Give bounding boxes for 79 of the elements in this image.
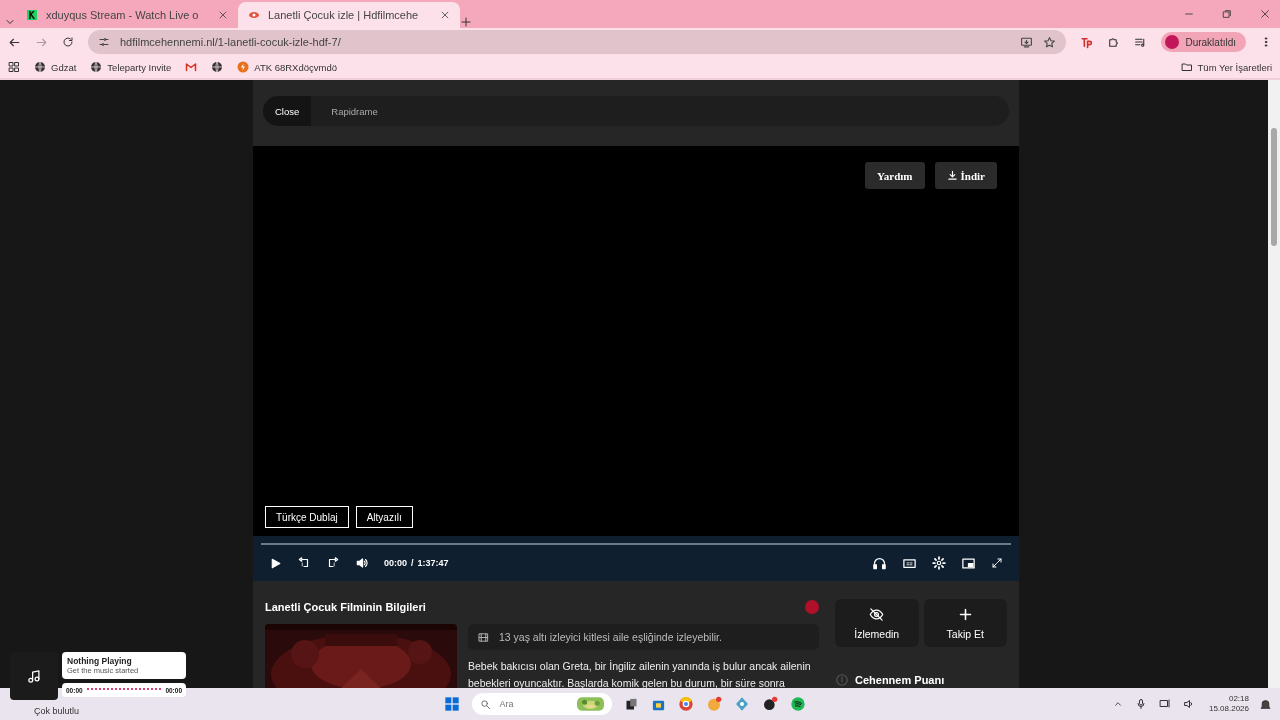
microphone-icon[interactable] <box>1134 698 1147 710</box>
settings-icon[interactable] <box>932 556 946 570</box>
search-bar[interactable]: Ara <box>472 693 613 715</box>
section-title: Lanetli Çocuk Filminin Bilgileri <box>265 600 426 615</box>
globe-icon <box>90 61 103 73</box>
app-icon[interactable] <box>762 696 779 712</box>
follow-button[interactable]: Takip Et <box>923 599 1007 647</box>
close-icon[interactable] <box>218 10 228 20</box>
globe-icon[interactable] <box>211 61 224 73</box>
source-tab[interactable]: Close <box>263 96 312 126</box>
site-icon <box>248 9 260 21</box>
audio-option-button[interactable]: Türkçe Dublaj <box>265 506 349 528</box>
video-area[interactable]: Yardım İndir Türkçe Dublaj Altyazılı <box>253 146 1019 536</box>
close-icon[interactable] <box>1260 9 1270 19</box>
browser-tab[interactable]: Lanetli Çocuk izle | Hdfilmcehe <box>238 2 460 28</box>
network-icon[interactable] <box>1158 698 1171 710</box>
bookmark[interactable]: ATK 68RXdöçvmdö <box>237 61 337 73</box>
fullscreen-icon[interactable] <box>991 557 1003 569</box>
browser-icon[interactable] <box>678 696 695 712</box>
plus-icon <box>957 606 973 622</box>
globe-icon <box>34 61 46 73</box>
site-icon <box>26 9 38 21</box>
music-app-icon[interactable] <box>790 696 807 712</box>
notification-dot <box>805 600 819 614</box>
source-tab[interactable]: Rapidrame <box>319 96 390 126</box>
time-separator: / <box>411 558 414 568</box>
notification-icon[interactable] <box>1259 697 1272 711</box>
task-view-icon[interactable] <box>624 696 640 712</box>
track-title: Nothing Playing <box>67 656 133 666</box>
folder-icon <box>1180 61 1193 73</box>
puzzle-icon[interactable] <box>1107 35 1121 49</box>
browser-tab[interactable]: xduyqus Stream - Watch Live o <box>16 2 238 28</box>
reload-icon[interactable] <box>62 36 74 48</box>
clock-date: 15.08.2026 <box>1208 704 1249 714</box>
restore-icon[interactable] <box>1222 9 1232 19</box>
forward-icon[interactable] <box>326 556 340 570</box>
help-button[interactable]: Yardım <box>865 162 925 189</box>
film-icon <box>478 631 489 643</box>
bookmark[interactable]: Gdzat <box>34 61 77 73</box>
download-button[interactable]: İndir <box>934 162 997 189</box>
download-icon <box>946 170 958 181</box>
bookmark[interactable]: Tüm Yer İşaretleri <box>1180 61 1272 73</box>
avatar-icon <box>1165 35 1180 49</box>
profile-button[interactable]: Duraklatıldı <box>1161 32 1246 52</box>
volume-icon[interactable] <box>355 556 369 570</box>
close-icon[interactable] <box>440 10 450 20</box>
address-bar[interactable]: hdfilmcehennemi.nl/1-lanetli-cocuk-izle-hdf-7/ <box>88 30 1067 54</box>
start-icon[interactable] <box>444 696 461 712</box>
chat-app-icon[interactable] <box>706 696 723 712</box>
music-note-icon <box>26 668 42 684</box>
star-icon[interactable] <box>1043 35 1057 49</box>
watched-button[interactable]: İzlemedin <box>835 599 919 647</box>
progress-track[interactable] <box>86 688 162 692</box>
site-settings-icon[interactable] <box>98 36 110 48</box>
chevron-up-icon[interactable] <box>1112 699 1123 709</box>
clock-time: 02:18 <box>1228 694 1249 704</box>
rewind-icon[interactable] <box>297 556 311 570</box>
headphones-icon[interactable] <box>872 555 887 571</box>
bolt-icon <box>237 61 250 73</box>
search-icon <box>480 698 492 710</box>
duration: 1:37:47 <box>417 558 449 568</box>
audio-option-button[interactable]: Altyazılı <box>355 506 413 528</box>
current-time: 00:00 <box>384 558 408 568</box>
picture-in-picture-icon[interactable] <box>961 555 976 571</box>
apps-icon[interactable] <box>8 61 20 73</box>
new-tab-icon[interactable] <box>460 16 472 28</box>
extension-logo-icon[interactable] <box>1080 35 1094 49</box>
mail-icon[interactable] <box>185 61 198 73</box>
play-icon[interactable] <box>269 556 282 570</box>
speaker-icon[interactable] <box>1182 698 1195 710</box>
url-text[interactable]: hdfilmcehennemi.nl/1-lanetli-cocuk-izle-hdf-7/ <box>120 36 1011 48</box>
search-input[interactable]: Ara <box>497 698 572 710</box>
score-title: Cehennem Puanı <box>855 674 945 686</box>
install-icon[interactable] <box>1020 35 1034 49</box>
scrollbar[interactable] <box>1268 80 1280 688</box>
eye-slash-icon <box>869 606 885 622</box>
weather-text: Çok bulutlu <box>34 706 80 716</box>
bookmark[interactable]: Teleparty Invite <box>90 61 172 73</box>
rating-text: 13 yaş altı izleyici kitlesi aile eşliğinde izleyebilir. <box>499 631 722 643</box>
